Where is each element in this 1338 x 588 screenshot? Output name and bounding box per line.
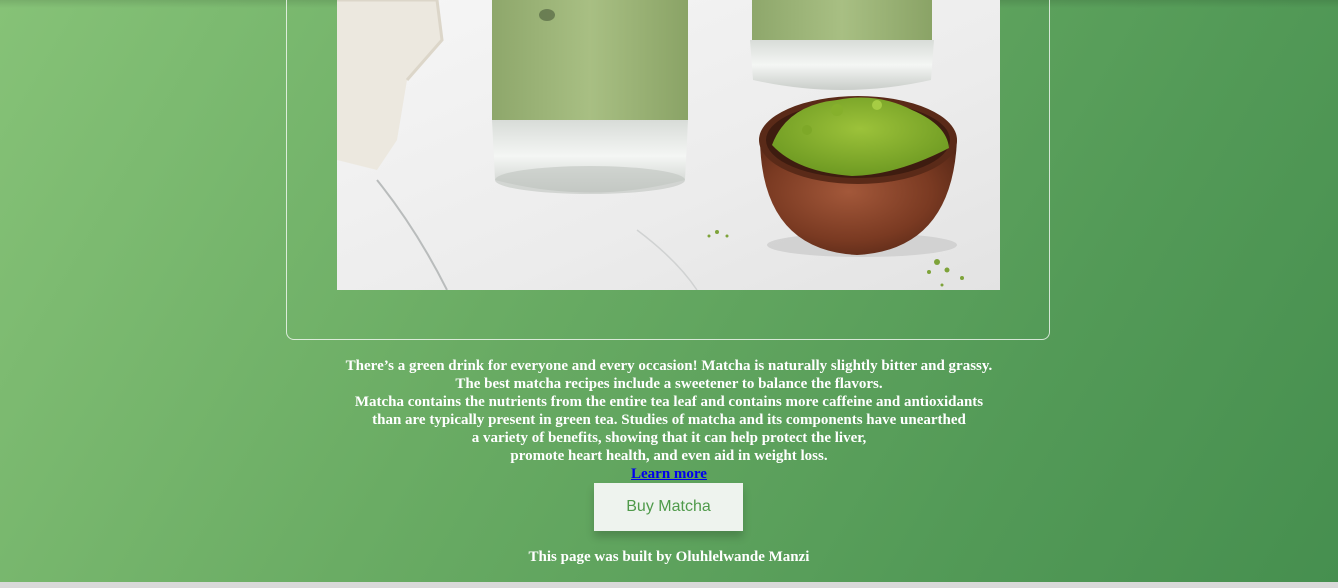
description-line-6: promote heart health, and even aid in we…: [510, 448, 828, 464]
learn-more-link[interactable]: Learn more: [631, 466, 707, 482]
description-line-4: than are typically present in green tea.…: [372, 412, 966, 428]
horizontal-scrollbar[interactable]: [0, 582, 1338, 588]
matcha-description: There’s a green drink for everyone and e…: [0, 357, 1338, 483]
matcha-photo-illustration: [337, 0, 1000, 290]
description-line-2: The best matcha recipes include a sweete…: [455, 376, 883, 392]
matcha-photo: [337, 0, 1000, 290]
description-line-1: There’s a green drink for everyone and e…: [345, 358, 993, 374]
description-line-3: Matcha contains the nutrients from the e…: [354, 394, 984, 410]
footer-credit: This page was built by Oluhlelwande Manz…: [528, 549, 810, 565]
buy-matcha-button[interactable]: Buy Matcha: [594, 483, 743, 531]
description-line-5: a variety of benefits, showing that it c…: [471, 430, 867, 446]
